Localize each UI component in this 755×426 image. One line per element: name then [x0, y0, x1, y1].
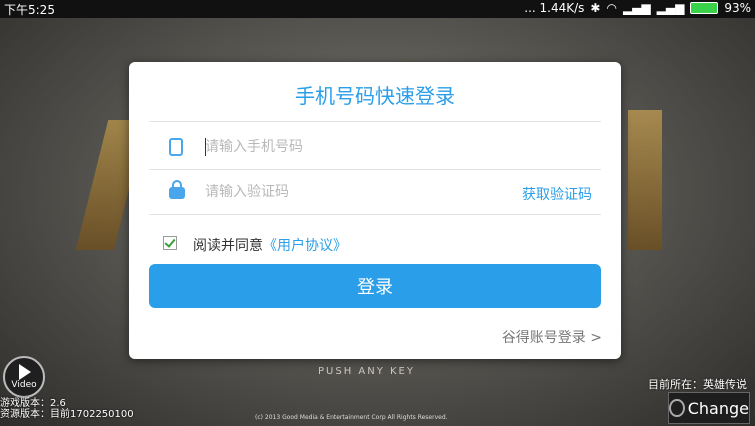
status-right: ... 1.44K/s ✱ ◠ ▂▄▆ ▂▄▆ 93%	[524, 1, 751, 15]
status-time: 下午5:25	[4, 3, 55, 17]
get-code-button[interactable]: 获取验证码	[522, 184, 592, 204]
code-input[interactable]	[205, 181, 455, 203]
lock-icon	[169, 180, 185, 199]
signal-icon: ▂▄▆	[622, 1, 651, 15]
agree-label: 阅读并同意	[193, 238, 263, 254]
divider	[149, 121, 601, 122]
change-server-button[interactable]: Change	[668, 392, 750, 424]
status-bar: 下午5:25 ... 1.44K/s ✱ ◠ ▂▄▆ ▂▄▆ 93%	[0, 0, 755, 18]
video-button[interactable]: Video	[3, 356, 45, 398]
play-icon	[19, 364, 31, 380]
network-speed: ... 1.44K/s	[524, 1, 585, 15]
change-icon	[669, 399, 685, 417]
current-server: 目前所在：英雄传说	[648, 378, 747, 391]
battery-icon	[690, 2, 719, 14]
divider	[149, 214, 601, 215]
change-label: Change	[687, 398, 749, 418]
divider	[149, 169, 601, 170]
battery-percent: 93%	[724, 1, 751, 15]
video-label: Video	[11, 380, 37, 390]
wifi-icon: ◠	[606, 1, 617, 15]
agree-text: 阅读并同意《用户协议》	[193, 235, 347, 255]
user-agreement-link[interactable]: 《用户协议》	[263, 238, 347, 254]
copyright-text: (c) 2013 Good Media & Entertainment Corp…	[255, 414, 448, 421]
login-dialog: 手机号码快速登录 获取验证码 阅读并同意《用户协议》 登录 谷得账号登录 >	[129, 62, 621, 359]
login-button[interactable]: 登录	[149, 264, 601, 308]
resource-version: 资源版本：目前1702250100	[0, 409, 134, 420]
push-any-key: PUSH ANY KEY	[318, 366, 415, 377]
phone-input[interactable]	[205, 136, 455, 158]
bluetooth-icon: ✱	[590, 1, 601, 15]
dialog-title: 手机号码快速登录	[295, 84, 455, 108]
game-version: 游戏版本：2.6	[0, 398, 66, 409]
phone-icon	[169, 138, 183, 156]
game-logo-right	[628, 110, 662, 250]
account-login-link[interactable]: 谷得账号登录 >	[502, 327, 602, 347]
agree-checkbox[interactable]	[163, 236, 177, 250]
signal-icon-2: ▂▄▆	[656, 1, 685, 15]
text-caret	[205, 138, 206, 156]
